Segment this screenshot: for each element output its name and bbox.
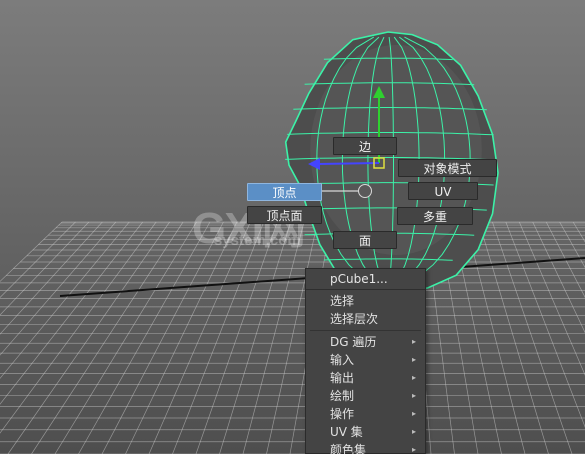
menu-item-uv-sets[interactable]: UV 集 ▸ xyxy=(306,423,425,441)
menu-item-select-hierarchy[interactable]: 选择层次 xyxy=(306,310,425,328)
menu-separator xyxy=(310,330,421,331)
grid-line xyxy=(31,221,184,454)
grid-line xyxy=(532,221,585,334)
grid-line xyxy=(195,221,278,454)
submenu-arrow-icon: ▸ xyxy=(411,337,416,346)
marking-menu-center xyxy=(358,184,372,198)
menu-item-paint[interactable]: 绘制 ▸ xyxy=(306,387,425,405)
menu-item-actions[interactable]: 操作 ▸ xyxy=(306,405,425,423)
ground-grid xyxy=(0,221,585,454)
menu-item-outputs[interactable]: 输出 ▸ xyxy=(306,369,425,387)
menu-item-select[interactable]: 选择 xyxy=(306,292,425,310)
viewport-3d[interactable]: GXI网 system.com 边 顶点 顶点面 面 对象模式 UV 多重 pC… xyxy=(0,0,585,454)
submenu-arrow-icon: ▸ xyxy=(411,427,416,436)
grid-line xyxy=(101,221,224,454)
scene-canvas xyxy=(0,31,585,454)
marking-face-button[interactable]: 面 xyxy=(333,231,397,249)
grid-line xyxy=(7,221,170,454)
menu-item-color-sets[interactable]: 颜色集 ▸ xyxy=(306,441,425,454)
grid-line xyxy=(0,221,63,282)
grid-line xyxy=(518,221,585,376)
grid-line xyxy=(0,221,143,405)
object-context-menu: pCube1... 选择 选择层次 DG 遍历 ▸ 输入 ▸ 输出 ▸ 绘制 ▸ 操作 ▸… xyxy=(305,268,426,454)
menu-item-inputs[interactable]: 输入 ▸ xyxy=(306,351,425,369)
grid-line xyxy=(242,221,305,454)
submenu-arrow-icon: ▸ xyxy=(411,355,416,364)
marking-edge-button[interactable]: 边 xyxy=(333,137,397,155)
grid-line xyxy=(465,221,526,454)
grid-line xyxy=(0,221,90,316)
grid-line xyxy=(172,221,265,454)
grid-line xyxy=(559,221,585,269)
marking-vertex-face-button[interactable]: 顶点面 xyxy=(247,206,322,224)
submenu-arrow-icon: ▸ xyxy=(411,445,416,454)
marking-vertex-button[interactable]: 顶点 xyxy=(247,183,322,201)
z-axis-handle xyxy=(317,162,380,165)
submenu-arrow-icon: ▸ xyxy=(411,391,416,400)
submenu-arrow-icon: ▸ xyxy=(411,373,416,382)
grid-line xyxy=(0,221,76,298)
marking-uv-button[interactable]: UV xyxy=(408,182,478,200)
grid-line xyxy=(0,221,157,434)
menu-item-dg-traversal[interactable]: DG 遍历 ▸ xyxy=(306,333,425,351)
grid-line xyxy=(78,221,211,454)
grid-line xyxy=(125,221,238,454)
grid-line xyxy=(478,221,549,454)
grid-line xyxy=(492,221,573,454)
grid-line xyxy=(219,221,291,454)
marking-object-mode-button[interactable]: 对象模式 xyxy=(398,159,497,177)
menu-title: pCube1... xyxy=(306,269,425,290)
submenu-arrow-icon: ▸ xyxy=(411,409,416,418)
grid-line xyxy=(54,221,197,454)
grid-line xyxy=(0,221,130,379)
marking-multi-button[interactable]: 多重 xyxy=(397,207,473,225)
grid-line xyxy=(505,221,585,428)
grid-line xyxy=(148,221,251,454)
